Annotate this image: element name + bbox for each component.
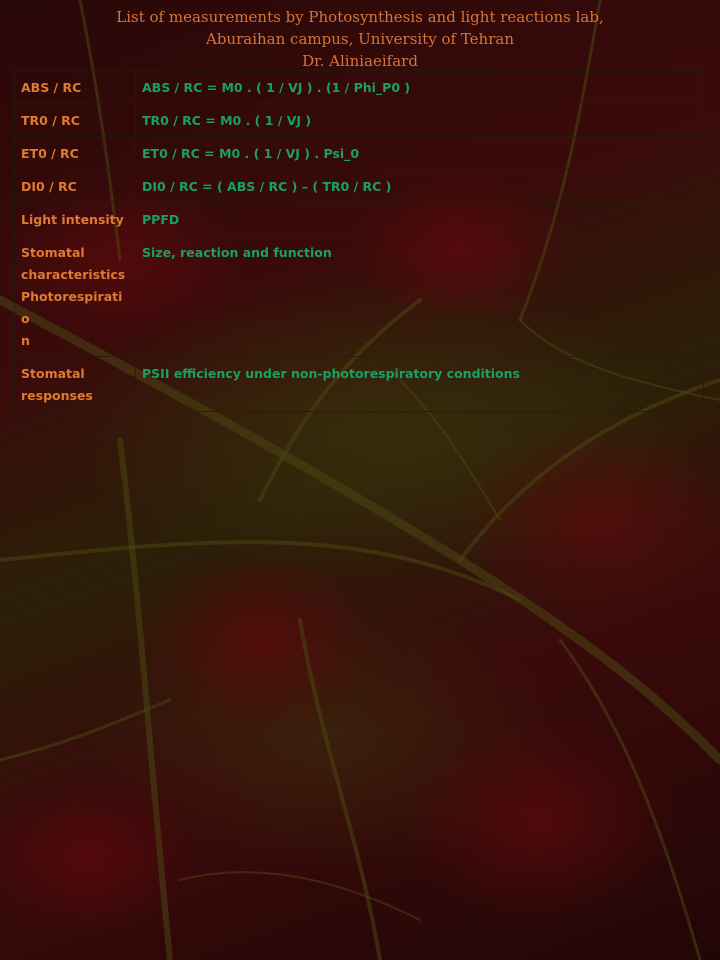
row-label: Stomatal characteristics Photorespiratio… (14, 235, 136, 357)
row-label: ET0 / RC (14, 136, 136, 170)
table-row: ET0 / RC ET0 / RC = M0 . ( 1 / VJ ) . Ps… (14, 136, 704, 170)
row-label-line: characteristics (21, 267, 126, 282)
row-label: Light intensity (14, 202, 136, 236)
measurements-table: ABS / RC ABS / RC = M0 . ( 1 / VJ ) . (1… (14, 70, 704, 412)
table-row: Light intensity PPFD (14, 202, 704, 236)
row-formula: ABS / RC = M0 . ( 1 / VJ ) . (1 / Phi_P0… (135, 70, 704, 104)
row-formula: TR0 / RC = M0 . ( 1 / VJ ) (135, 103, 704, 137)
row-label: DI0 / RC (14, 169, 136, 203)
title-line-3: Dr. Aliniaeifard (302, 52, 418, 70)
row-formula: ET0 / RC = M0 . ( 1 / VJ ) . Psi_0 (135, 136, 704, 170)
slide: List of measurements by Photosynthesis a… (0, 0, 720, 960)
table-row: ABS / RC ABS / RC = M0 . ( 1 / VJ ) . (1… (14, 70, 704, 104)
table-row: TR0 / RC TR0 / RC = M0 . ( 1 / VJ ) (14, 103, 704, 137)
row-value: Size, reaction and function (135, 235, 704, 357)
page-title: List of measurements by Photosynthesis a… (0, 6, 720, 72)
row-label-line: Photorespiratio (21, 289, 123, 326)
row-label: Stomatal responses (14, 356, 136, 412)
row-label-line: n (21, 333, 30, 348)
row-value: PPFD (135, 202, 704, 236)
table-row: Stomatal characteristics Photorespiratio… (14, 235, 704, 357)
row-label-line: responses (21, 388, 93, 403)
row-label: ABS / RC (14, 70, 136, 104)
row-label-line: Stomatal (21, 245, 85, 260)
row-label-line: Stomatal (21, 366, 85, 381)
title-line-2: Aburaihan campus, University of Tehran (206, 30, 514, 48)
row-formula: DI0 / RC = ( ABS / RC ) – ( TR0 / RC ) (135, 169, 704, 203)
row-label: TR0 / RC (14, 103, 136, 137)
row-value: PSII efficiency under non-photorespirato… (135, 356, 704, 412)
table-row: DI0 / RC DI0 / RC = ( ABS / RC ) – ( TR0… (14, 169, 704, 203)
title-line-1: List of measurements by Photosynthesis a… (116, 8, 604, 26)
table-row: Stomatal responses PSII efficiency under… (14, 356, 704, 412)
